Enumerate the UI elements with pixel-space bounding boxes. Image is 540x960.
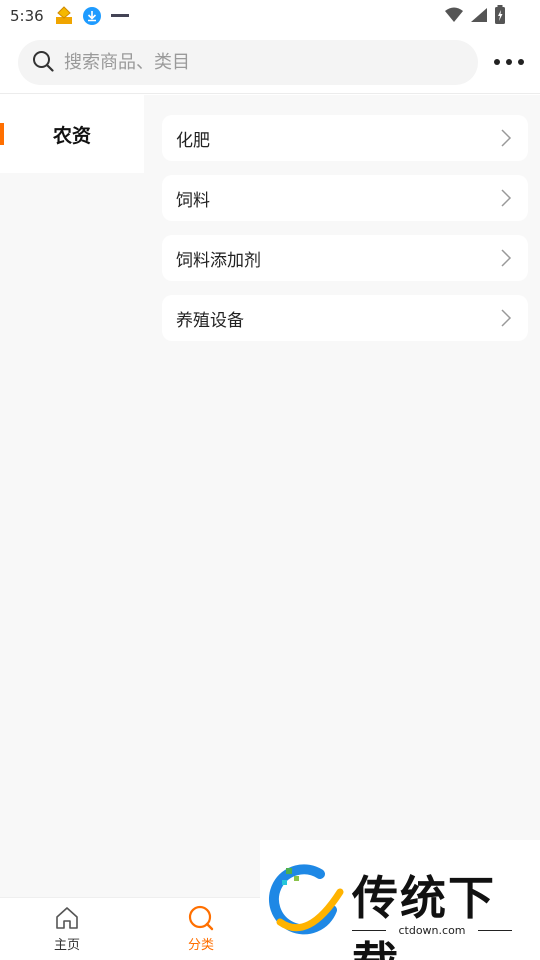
category-item-feed[interactable]: 饲料 [162,175,528,221]
selected-indicator [0,123,4,145]
category-item-feed-additive[interactable]: 饲料添加剂 [162,235,528,281]
search-input[interactable] [64,52,444,73]
category-label: 饲料添加剂 [176,250,261,271]
nav-label-home: 主页 [53,938,80,953]
category-list: 化肥 饲料 饲料添加剂 养殖设备 [144,95,540,897]
wifi-icon [444,7,464,27]
nav-item-home[interactable]: 主页 [32,904,102,953]
category-item-breeding-equipment[interactable]: 养殖设备 [162,295,528,341]
category-label: 化肥 [176,130,210,151]
app-notification-icon [54,6,74,26]
nav-item-category[interactable]: 分类 [166,904,236,953]
chevron-right-icon [501,249,512,267]
watermark-divider [478,930,512,931]
chevron-right-icon [501,309,512,327]
watermark-text: 传统下载 [352,871,496,960]
sidebar-item-label: 农资 [52,124,91,147]
status-bar: 5:36 [0,0,540,32]
watermark: 传统下载 ctdown.com [260,840,540,960]
watermark-logo-icon [268,864,344,935]
search-icon [32,50,54,76]
signal-icon [470,7,488,27]
app-small-icon [110,6,130,26]
category-sidebar: 农资 [0,95,144,897]
more-dots-icon[interactable] [494,52,524,72]
download-icon [82,6,102,26]
sidebar-item-nongzi[interactable]: 农资 [0,95,144,173]
search-header [0,32,540,94]
home-icon [56,907,78,929]
category-label: 饲料 [176,190,210,211]
nav-label-category: 分类 [187,938,214,953]
category-label: 养殖设备 [176,310,244,331]
search-category-icon [188,905,214,931]
battery-icon [494,5,506,29]
search-bar[interactable] [18,40,478,85]
chevron-right-icon [501,129,512,147]
status-time: 5:36 [10,7,44,25]
category-item-fertilizer[interactable]: 化肥 [162,115,528,161]
chevron-right-icon [501,189,512,207]
